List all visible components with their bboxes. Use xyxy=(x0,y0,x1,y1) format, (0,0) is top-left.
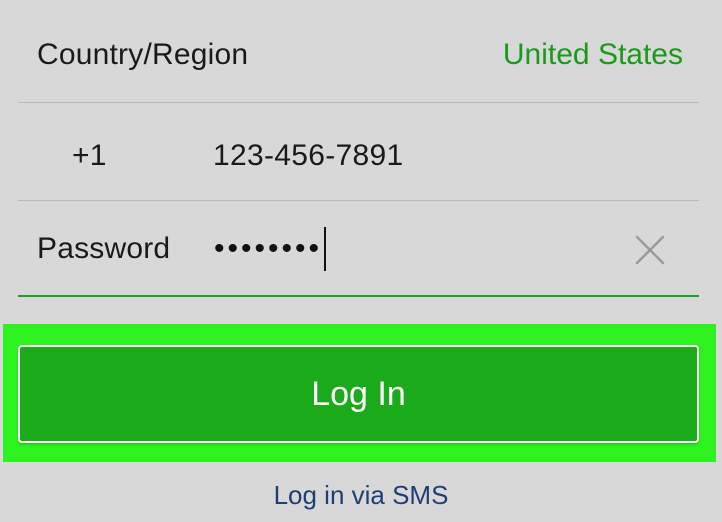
password-field[interactable]: •••••••• xyxy=(214,227,327,271)
text-caret xyxy=(324,227,327,271)
password-label: Password xyxy=(37,232,171,265)
country-region-value[interactable]: United States xyxy=(503,38,683,72)
login-screen: Country/Region United States +1 123-456-… xyxy=(0,0,722,522)
password-focus-underline xyxy=(18,295,699,297)
country-region-label: Country/Region xyxy=(37,38,249,71)
password-mask: •••••••• xyxy=(214,232,323,265)
phone-number-field[interactable]: 123-456-7891 xyxy=(213,139,403,173)
login-button[interactable]: Log In xyxy=(18,345,699,443)
password-row[interactable]: Password •••••••• xyxy=(0,201,722,296)
close-icon[interactable] xyxy=(633,233,667,267)
login-via-sms-link[interactable]: Log in via SMS xyxy=(0,480,722,511)
phone-row[interactable]: +1 123-456-7891 xyxy=(0,103,722,200)
country-region-row[interactable]: Country/Region United States xyxy=(0,0,722,102)
phone-country-code: +1 xyxy=(72,139,107,172)
